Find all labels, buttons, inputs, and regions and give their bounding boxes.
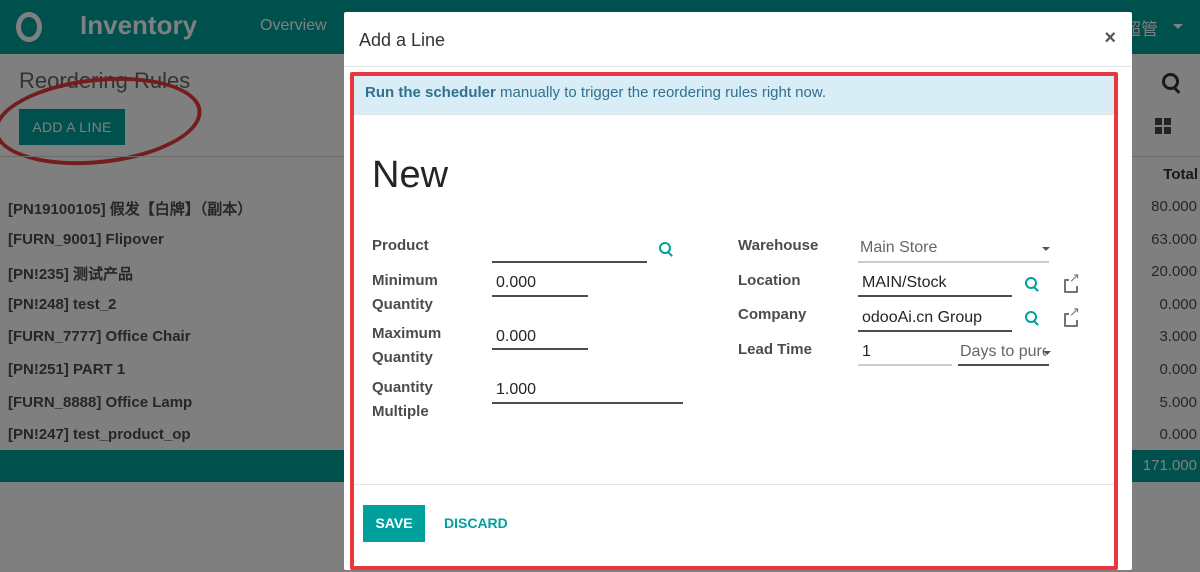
dialog-header: Add a Line × xyxy=(344,12,1132,67)
annotation-highlight-box xyxy=(350,72,1118,570)
company-underline[interactable] xyxy=(858,330,1012,332)
max-qty-label-line1: Maximum xyxy=(372,325,442,342)
location-input[interactable]: MAIN/Stock xyxy=(862,274,946,292)
warehouse-underline[interactable] xyxy=(858,261,1049,263)
divider xyxy=(350,114,1116,115)
close-icon[interactable]: × xyxy=(1104,27,1116,50)
divider xyxy=(350,484,1116,485)
qty-multiple-underline[interactable] xyxy=(492,402,683,404)
warehouse-label: Warehouse xyxy=(738,237,819,254)
dialog-title: Add a Line xyxy=(359,30,446,50)
lead-time-underline[interactable] xyxy=(858,364,952,366)
location-underline[interactable] xyxy=(858,295,1012,297)
save-button[interactable]: SAVE xyxy=(363,505,425,542)
lead-time-label: Lead Time xyxy=(738,341,812,358)
lead-type-select[interactable]: Days to purc xyxy=(960,343,1046,361)
add-line-dialog: Add a Line × Run the scheduler manually … xyxy=(344,12,1132,570)
company-input[interactable]: odooAi.cn Group xyxy=(862,309,982,327)
external-link-icon[interactable] xyxy=(1063,304,1080,327)
company-label: Company xyxy=(738,306,807,323)
max-qty-underline[interactable] xyxy=(492,348,588,350)
scheduler-alert: Run the scheduler manually to trigger th… xyxy=(350,74,1116,114)
min-qty-label-line2: Quantity xyxy=(372,296,433,313)
location-label: Location xyxy=(738,272,801,289)
product-field-underline[interactable] xyxy=(492,261,647,263)
lead-type-underline[interactable] xyxy=(958,364,1049,366)
qty-multiple-label-line1: Quantity xyxy=(372,379,433,396)
product-label: Product xyxy=(372,237,429,254)
alert-text: manually to trigger the reordering rules… xyxy=(495,84,827,101)
min-qty-input[interactable]: 0.000 xyxy=(496,274,536,292)
warehouse-select[interactable]: Main Store xyxy=(860,239,937,257)
qty-multiple-label-line2: Multiple xyxy=(372,403,429,420)
record-title: New xyxy=(372,154,449,196)
qty-multiple-input[interactable]: 1.000 xyxy=(496,381,536,399)
lead-time-input[interactable]: 1 xyxy=(862,343,871,361)
max-qty-label-line2: Quantity xyxy=(372,349,433,366)
discard-button[interactable]: DISCARD xyxy=(444,515,508,531)
search-icon[interactable] xyxy=(1024,310,1040,326)
min-qty-label-line1: Minimum xyxy=(372,272,438,289)
external-link-icon[interactable] xyxy=(1063,270,1080,293)
run-scheduler-link[interactable]: Run the scheduler xyxy=(365,84,496,101)
chevron-down-icon[interactable] xyxy=(1042,247,1050,251)
search-icon[interactable] xyxy=(1024,276,1040,292)
max-qty-input[interactable]: 0.000 xyxy=(496,328,536,346)
min-qty-underline[interactable] xyxy=(492,295,588,297)
chevron-down-icon[interactable] xyxy=(1043,351,1051,355)
search-icon[interactable] xyxy=(658,241,674,257)
